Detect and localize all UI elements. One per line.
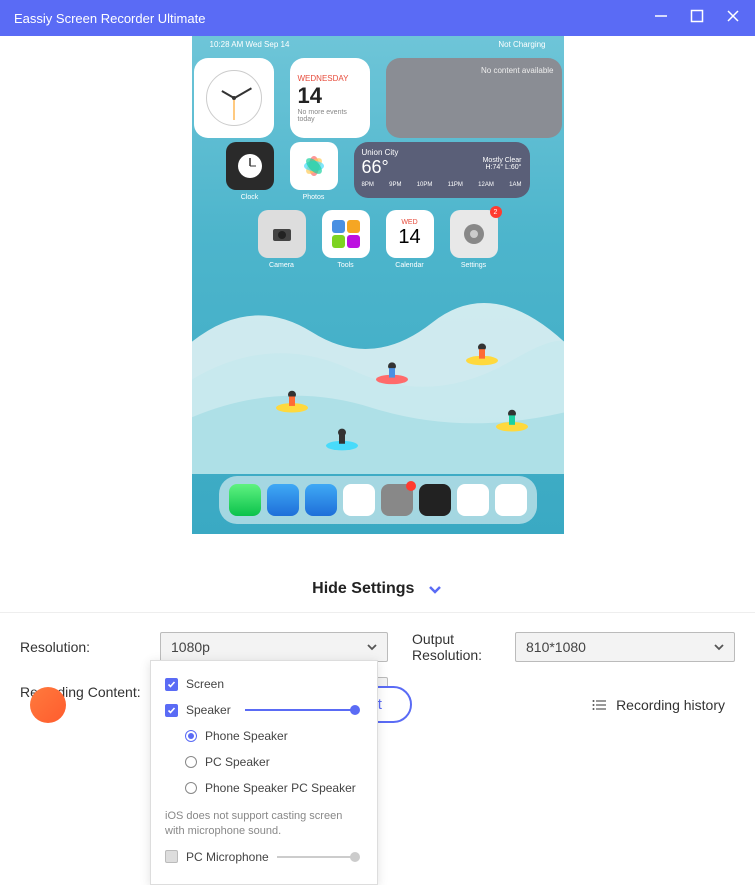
hide-settings-toggle[interactable]: Hide Settings <box>0 566 755 612</box>
option-pc-speaker[interactable]: PC Speaker <box>151 749 377 775</box>
checkbox-icon <box>165 678 178 691</box>
option-phone-speaker[interactable]: Phone Speaker <box>151 723 377 749</box>
option-screen[interactable]: Screen <box>151 671 377 697</box>
mic-volume-slider[interactable] <box>277 856 355 858</box>
checkbox-icon <box>165 850 178 863</box>
device-preview: 10:28 AM Wed Sep 14 Not Charging WEDNESD… <box>0 36 755 566</box>
app-title: Eassiy Screen Recorder Ultimate <box>14 11 205 26</box>
mail-icon <box>305 484 337 516</box>
list-icon <box>592 697 608 713</box>
recording-history-link[interactable]: Recording history <box>592 697 725 713</box>
radio-icon <box>185 730 197 742</box>
checkbox-icon <box>165 704 178 717</box>
clock-widget <box>194 58 274 138</box>
output-resolution-select[interactable]: 810*1080 <box>515 632 735 662</box>
settings-app-icon: 2 Settings <box>450 210 498 258</box>
status-time: 10:28 AM Wed Sep 14 <box>210 40 290 49</box>
radio-icon <box>185 782 197 794</box>
maximize-button[interactable] <box>689 8 705 29</box>
safari-icon <box>267 484 299 516</box>
camera-app-icon: Camera <box>258 210 306 258</box>
chevron-down-icon <box>427 581 443 597</box>
titlebar: Eassiy Screen Recorder Ultimate <box>0 0 755 36</box>
calendar-dock-icon <box>495 484 527 516</box>
photos-dock-icon <box>457 484 489 516</box>
option-both-speaker[interactable]: Phone Speaker PC Speaker <box>151 775 377 801</box>
option-speaker[interactable]: Speaker <box>151 697 377 723</box>
photos-app-icon: Photos <box>290 142 338 190</box>
record-button[interactable] <box>30 687 66 723</box>
speaker-volume-slider[interactable] <box>245 709 355 711</box>
option-pc-microphone[interactable]: PC Microphone <box>151 844 377 870</box>
status-battery: Not Charging <box>498 40 545 49</box>
recording-content-dropdown: Screen Speaker Phone Speaker PC Speaker … <box>150 660 378 885</box>
ipad-screen: 10:28 AM Wed Sep 14 Not Charging WEDNESD… <box>192 36 564 534</box>
radio-icon <box>185 756 197 768</box>
placeholder-widget: No content available <box>386 58 562 138</box>
chevron-down-icon <box>365 640 379 654</box>
ipad-dock <box>219 476 537 524</box>
dropdown-note: iOS does not support casting screen with… <box>151 801 377 844</box>
settings-dock-icon <box>381 484 413 516</box>
badge: 2 <box>490 206 502 218</box>
chevron-down-icon <box>712 640 726 654</box>
calendar-app-icon: WED 14 Calendar <box>386 210 434 258</box>
files-icon <box>343 484 375 516</box>
calendar-widget: WEDNESDAY 14 No more events today <box>290 58 370 138</box>
wallpaper-waves <box>192 266 564 474</box>
tools-app-icon: Tools <box>322 210 370 258</box>
close-button[interactable] <box>725 8 741 29</box>
app-icon <box>419 484 451 516</box>
clock-app-icon: Clock <box>226 142 274 190</box>
messages-icon <box>229 484 261 516</box>
minimize-button[interactable] <box>653 8 669 29</box>
resolution-label: Resolution: <box>20 639 146 655</box>
resolution-select[interactable]: 1080p <box>160 632 388 662</box>
weather-widget: Union City 66° Mostly ClearH:74° L:60° 8… <box>354 142 530 198</box>
output-resolution-label: Output Resolution: <box>412 631 501 663</box>
